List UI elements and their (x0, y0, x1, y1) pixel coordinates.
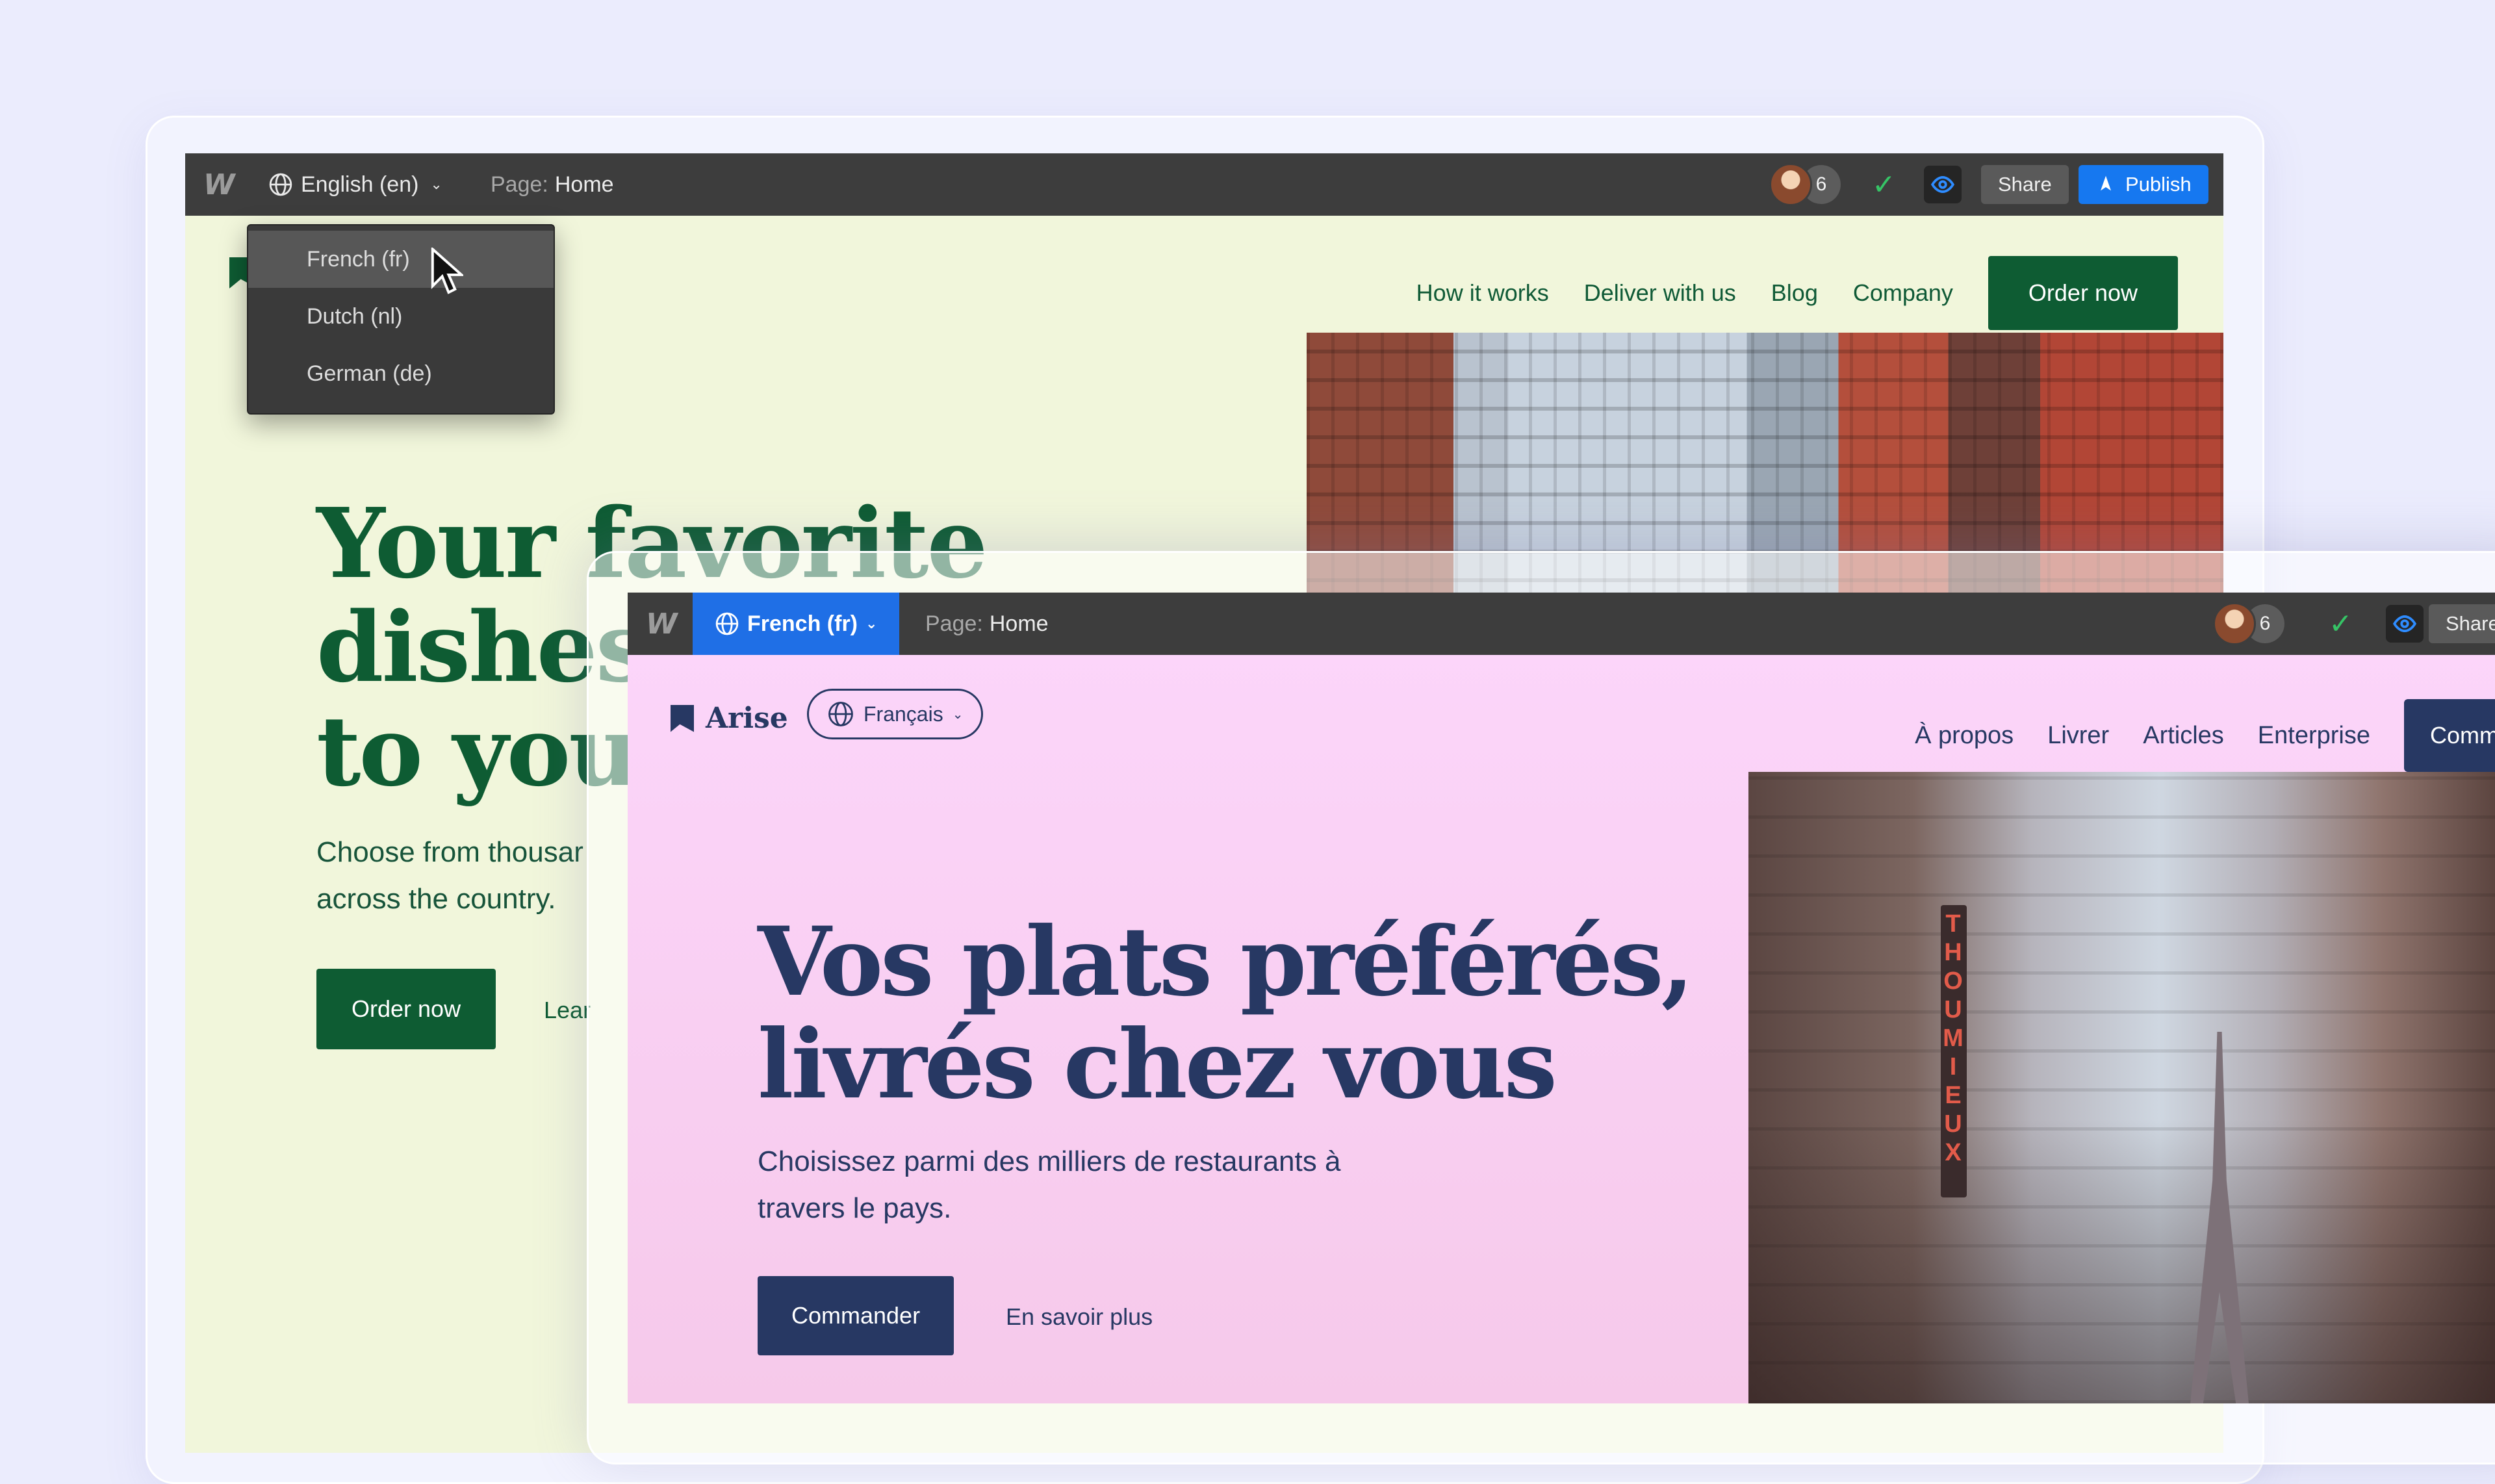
check-icon: ✓ (2329, 608, 2353, 640)
french-editor-window: W French (fr) ⌄ Page: Home 6 ✓ Share Ari (628, 593, 2495, 1403)
nav-link-deliver[interactable]: Deliver with us (1584, 279, 1736, 307)
paris-street-photo: THOUMIEUX (1748, 772, 2495, 1403)
dropdown-item-french[interactable]: French (fr) (248, 231, 554, 288)
webflow-w-icon: W (203, 168, 235, 201)
eye-icon (1930, 176, 1955, 193)
publish-button-body: Publish (2079, 165, 2208, 204)
brand-name: Arise (706, 702, 788, 735)
site-language-label: Français (864, 702, 943, 726)
site-nav: À propos Livrer Articles Enterprise Comm… (1915, 699, 2495, 772)
share-button[interactable]: Share (2429, 593, 2495, 655)
hero-en-savoir-plus-link[interactable]: En savoir plus (1006, 1303, 1153, 1331)
language-switcher-button[interactable]: English (en) ⌄ (250, 153, 461, 216)
save-status: ✓ (1872, 153, 1896, 216)
language-switcher-label: French (fr) (747, 611, 858, 636)
photo-neon-sign: THOUMIEUX (1939, 905, 1967, 1197)
nav-link-company[interactable]: Company (1853, 279, 1953, 307)
share-button[interactable]: Share (1981, 153, 2069, 216)
nav-link-enterprise[interactable]: Enterprise (2258, 722, 2370, 750)
chevron-down-icon: ⌄ (952, 707, 964, 722)
hero-subtitle: Choisissez parmi des milliers de restaur… (758, 1138, 1407, 1232)
editor-toolbar: W English (en) ⌄ Page: Home 6 ✓ Share Pu… (185, 153, 2223, 216)
site-brand[interactable]: Arise (671, 702, 788, 735)
publish-button[interactable]: Publish (2079, 153, 2208, 216)
save-status: ✓ (2329, 593, 2353, 655)
chevron-down-icon: ⌄ (430, 176, 442, 192)
page-label-key: Page: (925, 611, 983, 636)
preview-button[interactable] (1924, 153, 1962, 216)
hero-order-now-button[interactable]: Order now (316, 969, 496, 1049)
hero-learn-more-link[interactable]: Lear (544, 997, 591, 1024)
editor-toolbar: W French (fr) ⌄ Page: Home 6 ✓ Share (628, 593, 2495, 655)
share-button-label: Share (1981, 165, 2069, 204)
hero-commander-button[interactable]: Commander (758, 1276, 954, 1355)
preview-icon-box (2386, 605, 2424, 643)
globe-icon (269, 173, 292, 196)
globe-icon (828, 702, 853, 726)
language-switcher-button[interactable]: French (fr) ⌄ (693, 593, 900, 655)
hero-title-line: livrés chez vous (758, 1009, 1557, 1120)
chevron-down-icon: ⌄ (865, 615, 878, 632)
brand-flag-icon (671, 704, 694, 732)
webflow-logo[interactable]: W (203, 153, 235, 216)
avatar (2213, 602, 2256, 645)
eiffel-tower-shape (2190, 1032, 2249, 1403)
eye-icon (2392, 615, 2417, 632)
page-selector[interactable]: Page: Home (925, 593, 1049, 655)
webflow-logo[interactable]: W (646, 593, 678, 655)
webflow-w-icon: W (646, 607, 678, 641)
photo-neon-sign-text: THOUMIEUX (1939, 910, 1967, 1168)
collaborators[interactable]: 6 (1769, 153, 1841, 216)
dropdown-item-dutch[interactable]: Dutch (nl) (248, 288, 554, 345)
collaborators[interactable]: 6 (2213, 593, 2284, 655)
hero-title-line: Vos plats préférés, (758, 906, 1694, 1017)
page-selector[interactable]: Page: Home (491, 153, 614, 216)
publish-button-label: Publish (2125, 173, 2192, 196)
site-nav: How it works Deliver with us Blog Compan… (1416, 256, 2178, 330)
page-label-value: Home (554, 172, 614, 197)
preview-button[interactable] (2386, 593, 2424, 655)
dropdown-item-german[interactable]: German (de) (248, 345, 554, 402)
mouse-cursor-icon (431, 248, 463, 294)
language-dropdown-menu: French (fr) Dutch (nl) German (de) (247, 224, 555, 415)
language-switcher-label: English (en) (301, 172, 419, 197)
hero-subtitle-line: Choisissez parmi des milliers de restaur… (758, 1145, 1341, 1177)
site-language-selector[interactable]: Français ⌄ (807, 689, 984, 739)
hero-title: Vos plats préférés, livrés chez vous (758, 906, 1694, 1120)
page-label-key: Page: (491, 172, 548, 197)
nav-link-how-it-works[interactable]: How it works (1416, 279, 1549, 307)
avatar (1769, 163, 1812, 206)
hero-subtitle-line: travers le pays. (758, 1192, 952, 1224)
nav-link-livrer[interactable]: Livrer (2047, 722, 2109, 750)
rocket-icon (2101, 175, 2111, 191)
globe-icon (715, 612, 739, 635)
nav-link-articles[interactable]: Articles (2143, 722, 2224, 750)
page-label-value: Home (989, 611, 1049, 636)
check-icon: ✓ (1872, 168, 1896, 201)
preview-icon-box (1924, 166, 1962, 203)
nav-link-a-propos[interactable]: À propos (1915, 722, 2014, 750)
nav-link-blog[interactable]: Blog (1771, 279, 1818, 307)
nav-order-now-button[interactable]: Order now (1988, 256, 2178, 330)
share-button-label: Share (2429, 604, 2495, 643)
nav-commander-button[interactable]: Commander (2404, 699, 2495, 772)
